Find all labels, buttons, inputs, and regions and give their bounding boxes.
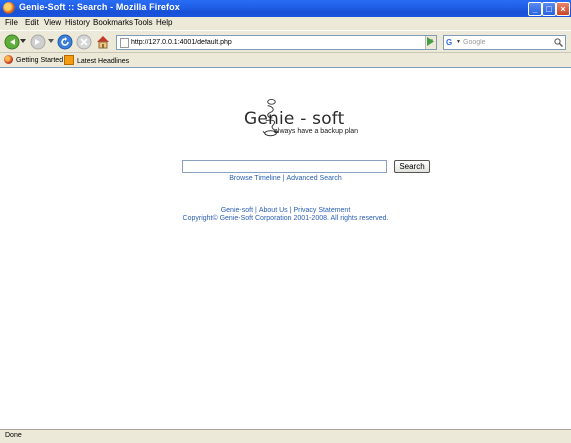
privacy-statement-link[interactable]: Privacy Statement (293, 207, 350, 214)
menu-help[interactable]: Help (156, 18, 172, 27)
bookmark-label: Getting Started (16, 57, 64, 64)
search-icon[interactable] (554, 38, 563, 47)
brand-name: Genie - soft (244, 109, 345, 129)
link-separator: | (289, 207, 292, 214)
browser-window: Genie-Soft :: Search - Mozilla Firefox _… (0, 0, 571, 443)
firefox-icon (3, 2, 15, 14)
page-content: Genie - soft always have a backup plan S… (0, 67, 571, 430)
status-text: Done (5, 432, 22, 439)
status-bar: Done (0, 429, 571, 443)
menu-edit[interactable]: Edit (25, 18, 39, 27)
copyright-text: Copyright© Genie-Soft Corporation 2001-2… (182, 215, 389, 222)
web-search-box[interactable]: G ▼ (443, 35, 566, 50)
home-icon[interactable] (95, 34, 111, 50)
web-search-input[interactable] (463, 36, 548, 49)
forward-dropdown-icon[interactable] (48, 39, 54, 44)
back-dropdown-icon[interactable] (20, 39, 26, 44)
stop-icon[interactable] (76, 34, 92, 50)
search-links: Browse Timeline | Advanced Search (0, 175, 571, 182)
search-input[interactable] (182, 160, 387, 173)
menu-view[interactable]: View (44, 18, 61, 27)
menu-history[interactable]: History (65, 18, 90, 27)
menu-bar: File Edit View History Bookmarks Tools H… (0, 17, 571, 30)
navigation-toolbar: ▼ G ▼ (0, 30, 571, 53)
firefox-bookmark-icon (4, 55, 13, 64)
menu-bookmarks[interactable]: Bookmarks (93, 18, 133, 27)
advanced-search-link[interactable]: Advanced Search (286, 175, 341, 182)
bookmark-latest-headlines[interactable]: Latest Headlines (64, 55, 129, 65)
reload-icon[interactable] (57, 34, 73, 50)
menu-tools[interactable]: Tools (134, 18, 153, 27)
genie-soft-link[interactable]: Genie-soft (221, 207, 253, 214)
maximize-button[interactable]: □ (542, 2, 556, 16)
tagline: always have a backup plan (274, 128, 359, 135)
url-bar[interactable]: ▼ (116, 35, 437, 50)
bookmarks-toolbar: Getting Started Latest Headlines (0, 52, 571, 68)
about-us-link[interactable]: About Us (259, 207, 288, 214)
bookmark-getting-started[interactable]: Getting Started (4, 55, 63, 64)
browse-timeline-link[interactable]: Browse Timeline (229, 175, 280, 182)
close-button[interactable]: × (556, 2, 570, 16)
link-separator: | (282, 175, 285, 182)
minimize-button[interactable]: _ (528, 2, 542, 16)
page-favicon (120, 38, 129, 48)
footer-links: Genie-soft | About Us | Privacy Statement (0, 207, 571, 214)
forward-icon[interactable] (30, 34, 46, 50)
bookmark-label: Latest Headlines (77, 58, 130, 65)
window-title: Genie-Soft :: Search - Mozilla Firefox (19, 2, 180, 12)
engine-dropdown-icon[interactable]: ▼ (456, 39, 461, 45)
rss-feed-icon (64, 55, 74, 65)
search-button[interactable]: Search (394, 160, 430, 173)
go-icon[interactable] (424, 35, 436, 48)
search-engine-icon[interactable]: G (446, 38, 455, 47)
title-bar[interactable]: Genie-Soft :: Search - Mozilla Firefox _… (0, 0, 571, 18)
link-separator: | (255, 207, 257, 214)
url-input[interactable] (131, 36, 416, 49)
menu-file[interactable]: File (5, 18, 18, 27)
